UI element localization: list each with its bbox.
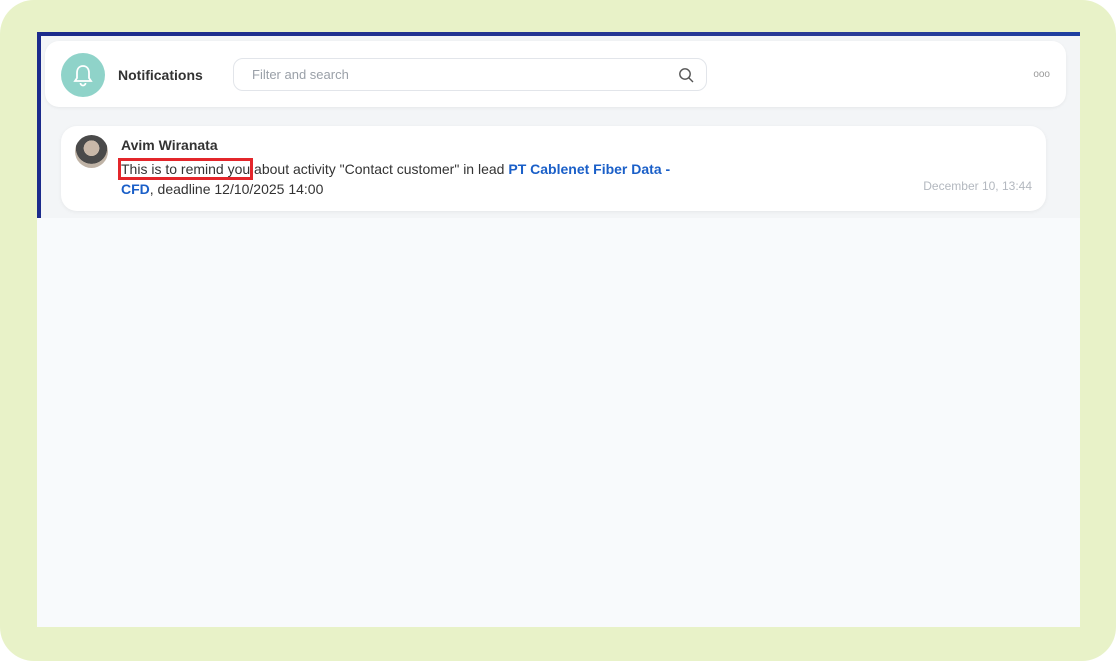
notifications-header: Notifications ooo xyxy=(45,41,1066,107)
more-options-button[interactable]: ooo xyxy=(1033,69,1050,80)
notification-item[interactable]: Avim Wiranata This is to remind you abou… xyxy=(61,126,1046,211)
notification-message: This is to remind you about activity "Co… xyxy=(117,158,681,199)
page-title: Notifications xyxy=(118,67,203,83)
notification-author: Avim Wiranata xyxy=(121,137,218,153)
message-deadline: , deadline 12/10/2025 14:00 xyxy=(149,181,324,197)
screenshot-frame: Notifications ooo Avim Wiranata This is … xyxy=(0,0,1116,661)
search-icon[interactable] xyxy=(678,67,694,88)
notifications-panel: Notifications ooo Avim Wiranata This is … xyxy=(41,36,1080,218)
message-text: about activity "Contact customer" in lea… xyxy=(250,161,509,177)
search-input[interactable] xyxy=(252,67,672,82)
notification-timestamp: December 10, 13:44 xyxy=(923,179,1032,193)
search-box[interactable] xyxy=(233,58,707,91)
app-window: Notifications ooo Avim Wiranata This is … xyxy=(37,32,1080,627)
bell-icon xyxy=(61,53,105,97)
avatar xyxy=(75,135,108,168)
highlighted-text: This is to remind you xyxy=(117,158,254,180)
